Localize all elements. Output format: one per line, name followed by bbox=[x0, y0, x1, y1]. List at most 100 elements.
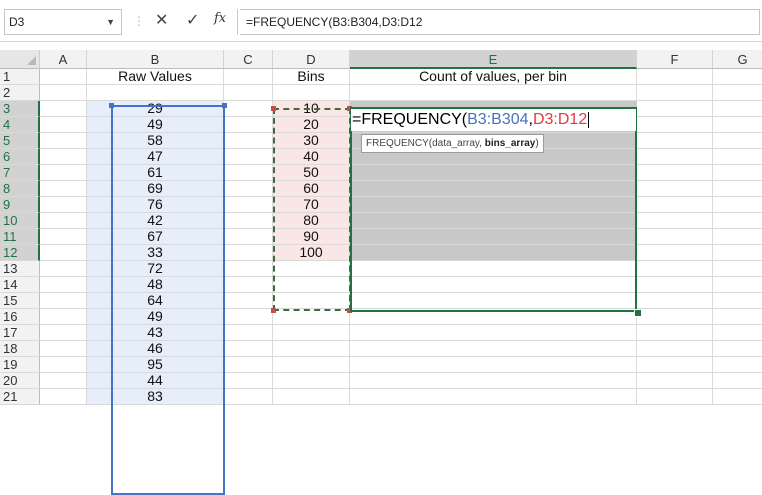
range-handle[interactable] bbox=[347, 308, 352, 313]
row-header-10[interactable]: 10 bbox=[0, 213, 40, 229]
column-header-b[interactable]: B bbox=[87, 50, 224, 69]
cell-c5[interactable] bbox=[224, 133, 273, 149]
cell-b21[interactable]: 83 bbox=[87, 389, 224, 405]
cell-b15[interactable]: 64 bbox=[87, 293, 224, 309]
cell-a17[interactable] bbox=[40, 325, 87, 341]
cell-f14[interactable] bbox=[637, 277, 713, 293]
row-header-17[interactable]: 17 bbox=[0, 325, 40, 341]
row-header-15[interactable]: 15 bbox=[0, 293, 40, 309]
cell-f9[interactable] bbox=[637, 197, 713, 213]
cell-g15[interactable] bbox=[713, 293, 762, 309]
cell-e7[interactable] bbox=[350, 165, 637, 181]
cell-a8[interactable] bbox=[40, 181, 87, 197]
cell-f2[interactable] bbox=[637, 85, 713, 101]
cell-b12[interactable]: 33 bbox=[87, 245, 224, 261]
cell-f4[interactable] bbox=[637, 117, 713, 133]
column-header-e[interactable]: E bbox=[350, 50, 637, 69]
cell-f1[interactable] bbox=[637, 69, 713, 85]
column-header-g[interactable]: G bbox=[713, 50, 762, 69]
cell-c12[interactable] bbox=[224, 245, 273, 261]
cell-c7[interactable] bbox=[224, 165, 273, 181]
cell-d16[interactable] bbox=[273, 309, 350, 325]
cell-a7[interactable] bbox=[40, 165, 87, 181]
cell-f19[interactable] bbox=[637, 357, 713, 373]
cell-g1[interactable] bbox=[713, 69, 762, 85]
cell-b11[interactable]: 67 bbox=[87, 229, 224, 245]
cell-a6[interactable] bbox=[40, 149, 87, 165]
row-header-3[interactable]: 3 bbox=[0, 101, 40, 117]
column-header-d[interactable]: D bbox=[273, 50, 350, 69]
cell-c19[interactable] bbox=[224, 357, 273, 373]
cell-d15[interactable] bbox=[273, 293, 350, 309]
cell-e19[interactable] bbox=[350, 357, 637, 373]
cell-f16[interactable] bbox=[637, 309, 713, 325]
cell-a18[interactable] bbox=[40, 341, 87, 357]
cell-g4[interactable] bbox=[713, 117, 762, 133]
range-handle[interactable] bbox=[271, 106, 276, 111]
cell-b16[interactable]: 49 bbox=[87, 309, 224, 325]
cell-d21[interactable] bbox=[273, 389, 350, 405]
cell-e14[interactable] bbox=[350, 277, 637, 293]
cell-g2[interactable] bbox=[713, 85, 762, 101]
cell-b2[interactable] bbox=[87, 85, 224, 101]
formula-input[interactable]: =FREQUENCY(B3:B304,D3:D12 bbox=[240, 9, 760, 35]
row-header-20[interactable]: 20 bbox=[0, 373, 40, 389]
row-header-19[interactable]: 19 bbox=[0, 357, 40, 373]
cell-g18[interactable] bbox=[713, 341, 762, 357]
cell-d19[interactable] bbox=[273, 357, 350, 373]
cell-a13[interactable] bbox=[40, 261, 87, 277]
row-header-18[interactable]: 18 bbox=[0, 341, 40, 357]
cell-f7[interactable] bbox=[637, 165, 713, 181]
cell-e15[interactable] bbox=[350, 293, 637, 309]
cell-a4[interactable] bbox=[40, 117, 87, 133]
cell-a5[interactable] bbox=[40, 133, 87, 149]
cell-c15[interactable] bbox=[224, 293, 273, 309]
cell-e16[interactable] bbox=[350, 309, 637, 325]
row-header-7[interactable]: 7 bbox=[0, 165, 40, 181]
cell-b3[interactable]: 29 bbox=[87, 101, 224, 117]
cell-c11[interactable] bbox=[224, 229, 273, 245]
column-header-a[interactable]: A bbox=[40, 50, 87, 69]
cell-d11[interactable]: 90 bbox=[273, 229, 350, 245]
name-box[interactable]: D3 ▼ bbox=[4, 9, 122, 35]
cell-g5[interactable] bbox=[713, 133, 762, 149]
cell-g10[interactable] bbox=[713, 213, 762, 229]
cell-d6[interactable]: 40 bbox=[273, 149, 350, 165]
cell-a11[interactable] bbox=[40, 229, 87, 245]
cell-g17[interactable] bbox=[713, 325, 762, 341]
cell-b4[interactable]: 49 bbox=[87, 117, 224, 133]
enter-button[interactable]: ✓ bbox=[186, 10, 199, 32]
cell-c4[interactable] bbox=[224, 117, 273, 133]
cell-g12[interactable] bbox=[713, 245, 762, 261]
cell-a20[interactable] bbox=[40, 373, 87, 389]
row-header-21[interactable]: 21 bbox=[0, 389, 40, 405]
cell-f15[interactable] bbox=[637, 293, 713, 309]
cell-b14[interactable]: 48 bbox=[87, 277, 224, 293]
cell-a14[interactable] bbox=[40, 277, 87, 293]
chevron-down-icon[interactable]: ▼ bbox=[106, 10, 115, 34]
cell-e17[interactable] bbox=[350, 325, 637, 341]
cell-a19[interactable] bbox=[40, 357, 87, 373]
cell-f5[interactable] bbox=[637, 133, 713, 149]
cell-d4[interactable]: 20 bbox=[273, 117, 350, 133]
cell-d14[interactable] bbox=[273, 277, 350, 293]
cell-c9[interactable] bbox=[224, 197, 273, 213]
cell-a12[interactable] bbox=[40, 245, 87, 261]
cell-d2[interactable] bbox=[273, 85, 350, 101]
range-handle[interactable] bbox=[222, 103, 227, 108]
row-header-8[interactable]: 8 bbox=[0, 181, 40, 197]
cell-g9[interactable] bbox=[713, 197, 762, 213]
cell-g8[interactable] bbox=[713, 181, 762, 197]
cell-f21[interactable] bbox=[637, 389, 713, 405]
cell-e20[interactable] bbox=[350, 373, 637, 389]
cell-a21[interactable] bbox=[40, 389, 87, 405]
cell-g14[interactable] bbox=[713, 277, 762, 293]
cell-e18[interactable] bbox=[350, 341, 637, 357]
cell-a15[interactable] bbox=[40, 293, 87, 309]
cell-d10[interactable]: 80 bbox=[273, 213, 350, 229]
cell-e13[interactable] bbox=[350, 261, 637, 277]
cell-d3[interactable]: 10 bbox=[273, 101, 350, 117]
column-header-f[interactable]: F bbox=[637, 50, 713, 69]
cell-b8[interactable]: 69 bbox=[87, 181, 224, 197]
cell-d17[interactable] bbox=[273, 325, 350, 341]
